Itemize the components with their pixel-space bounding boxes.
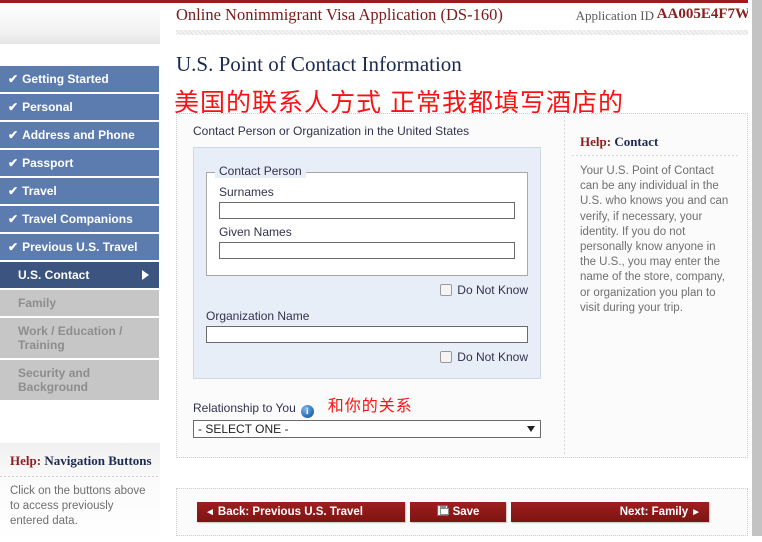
organization-name-input[interactable] xyxy=(206,325,528,343)
sidebar-item-label: U.S. Contact xyxy=(18,268,90,282)
logo-panel xyxy=(0,3,160,44)
sidebar-navigation: ✔ Getting Started ✔ Personal ✔ Address and … xyxy=(0,66,160,402)
form-container: Contact Person or Organization in the Un… xyxy=(193,124,563,438)
sidebar-item-previous-us-travel[interactable]: ✔ Previous U.S. Travel xyxy=(0,234,159,262)
sidebar-item-label: Address and Phone xyxy=(22,128,135,142)
relationship-field-group: Relationship to You i 和你的关系 - SELECT ONE - xyxy=(193,392,541,438)
page-title: U.S. Point of Contact Information xyxy=(176,52,462,76)
back-button-label: Back: Previous U.S. Travel xyxy=(217,506,364,518)
header-divider xyxy=(176,30,748,35)
page-bottom-strip xyxy=(0,536,762,542)
relationship-label: Relationship to You xyxy=(193,401,296,415)
check-icon: ✔ xyxy=(8,128,19,142)
form-section-legend: Contact Person or Organization in the Un… xyxy=(193,124,470,138)
navigation-help-title: Help: Navigation Buttons xyxy=(10,453,152,469)
surnames-input[interactable] xyxy=(219,201,515,219)
page-right-margin xyxy=(752,0,762,542)
navigation-help-title-prefix: Help: xyxy=(10,453,42,468)
next-button-label: Next: Family xyxy=(619,506,689,518)
check-icon: ✔ xyxy=(8,72,19,86)
sidebar-item-label: Previous U.S. Travel xyxy=(22,240,138,254)
info-icon[interactable]: i xyxy=(300,405,314,418)
contact-help-title-prefix: Help: xyxy=(580,134,612,149)
navigation-help-panel: Help: Navigation Buttons Click on the bu… xyxy=(0,443,160,542)
sidebar-item-travel-companions[interactable]: ✔ Travel Companions xyxy=(0,206,159,234)
annotation-relationship-cn: 和你的关系 xyxy=(327,398,413,415)
content-help-divider xyxy=(564,116,565,454)
contact-help-title: Help: Contact xyxy=(580,134,658,150)
sidebar-item-label: Travel Companions xyxy=(22,212,133,226)
check-icon: ✔ xyxy=(8,240,19,254)
organization-do-not-know-row: Do Not Know xyxy=(206,350,528,364)
sidebar-item-travel[interactable]: ✔ Travel xyxy=(0,178,159,206)
chevron-right-icon xyxy=(142,270,149,280)
contact-person-do-not-know-label: Do Not Know xyxy=(457,283,528,297)
save-floppy-icon xyxy=(436,505,449,516)
sidebar-item-getting-started[interactable]: ✔ Getting Started xyxy=(0,66,159,94)
navigation-help-body: Click on the buttons above to access pre… xyxy=(10,485,146,527)
contact-person-do-not-know-row: Do Not Know xyxy=(206,283,528,297)
contact-person-do-not-know-checkbox[interactable] xyxy=(440,284,453,296)
contact-person-fieldset: Contact Person Surnames Given Names xyxy=(206,164,528,276)
given-names-label: Given Names xyxy=(219,225,292,239)
navigation-button-panel: ◄ Back: Previous U.S. Travel Save Next: F… xyxy=(176,488,748,536)
contact-help-title-rest: Contact xyxy=(611,134,659,149)
sidebar-item-personal[interactable]: ✔ Personal xyxy=(0,94,159,122)
sidebar-item-label: Getting Started xyxy=(22,72,109,86)
next-button[interactable]: Next: Family ► xyxy=(511,502,709,522)
given-names-input[interactable] xyxy=(219,241,515,259)
organization-name-label: Organization Name xyxy=(206,309,310,323)
organization-do-not-know-checkbox[interactable] xyxy=(440,351,453,363)
sidebar-item-address-and-phone[interactable]: ✔ Address and Phone xyxy=(0,122,159,150)
organization-do-not-know-label: Do Not Know xyxy=(457,350,528,364)
sidebar-item-family: Family xyxy=(0,290,159,318)
back-button[interactable]: ◄ Back: Previous U.S. Travel xyxy=(197,502,405,522)
caret-left-icon: ◄ xyxy=(205,507,215,518)
surnames-label: Surnames xyxy=(219,185,274,199)
contact-help-divider xyxy=(572,155,740,156)
page-header: Online Nonimmigrant Visa Application (DS… xyxy=(160,3,762,33)
application-id-label: Application ID xyxy=(575,8,654,23)
application-page: Online Nonimmigrant Visa Application (DS… xyxy=(0,0,762,542)
check-icon: ✔ xyxy=(8,184,19,198)
sidebar-item-label: Security and Background xyxy=(18,366,91,394)
contact-help-panel: Help: Contact Your U.S. Point of Contact… xyxy=(572,122,748,412)
check-icon: ✔ xyxy=(8,100,19,114)
save-button[interactable]: Save xyxy=(410,502,506,522)
sidebar-item-us-contact[interactable]: U.S. Contact xyxy=(0,262,159,290)
sidebar-item-label: Family xyxy=(18,296,57,310)
sidebar-item-label: Work / Education / Training xyxy=(18,324,123,352)
navigation-help-divider xyxy=(0,476,160,477)
sidebar-item-passport[interactable]: ✔ Passport xyxy=(0,150,159,178)
contact-person-legend: Contact Person xyxy=(215,164,306,178)
check-icon: ✔ xyxy=(8,156,19,170)
sidebar-item-work-education-training: Work / Education / Training xyxy=(0,318,159,360)
chevron-down-icon xyxy=(527,426,535,432)
sidebar-item-label: Passport xyxy=(22,156,74,170)
caret-right-icon: ► xyxy=(691,507,701,518)
relationship-select-value: - SELECT ONE - xyxy=(198,422,289,436)
application-id-value: AA005E4F7W xyxy=(656,6,750,22)
sidebar-item-label: Personal xyxy=(22,100,73,114)
relationship-select[interactable]: - SELECT ONE - xyxy=(193,420,541,438)
contact-fields-group: Contact Person Surnames Given Names Do N… xyxy=(193,147,541,379)
sidebar-item-security-and-background: Security and Background xyxy=(0,360,159,402)
page-right-gutter xyxy=(748,0,752,542)
application-title: Online Nonimmigrant Visa Application (DS… xyxy=(176,5,503,24)
save-button-label: Save xyxy=(452,506,480,518)
navigation-help-title-rest: Navigation Buttons xyxy=(41,453,152,468)
sidebar-item-label: Travel xyxy=(22,184,57,198)
check-icon: ✔ xyxy=(8,212,19,226)
contact-help-body: Your U.S. Point of Contact can be any in… xyxy=(580,165,729,314)
